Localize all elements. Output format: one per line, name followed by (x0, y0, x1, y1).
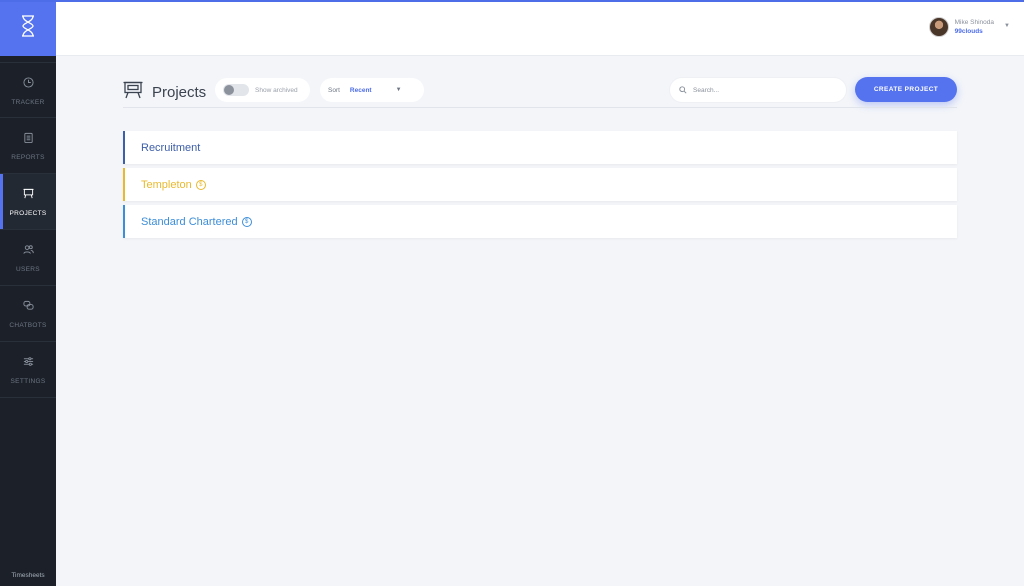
sidebar-item-label: TRACKER (11, 98, 45, 106)
sidebar-item-chatbots[interactable]: CHATBOTS (0, 286, 56, 342)
chevron-down-icon[interactable]: ▼ (1004, 23, 1010, 29)
sort-control: Sort Recent ▼ (320, 78, 424, 102)
project-name: Standard Chartered (141, 215, 238, 228)
projects-toolbar: Projects Show archived Sort Recent ▼ CRE… (123, 76, 957, 106)
users-icon (22, 242, 34, 260)
clipboard-icon (23, 130, 34, 148)
show-archived-toggle[interactable] (223, 84, 249, 96)
search-input[interactable] (693, 86, 833, 94)
sidebar-item-label: REPORTS (11, 154, 45, 161)
sidebar-item-users[interactable]: USERS (0, 230, 56, 286)
sidebar-item-label: USERS (16, 266, 40, 273)
sidebar-item-projects[interactable]: PROJECTS (0, 174, 56, 230)
sidebar: TRACKER REPORTS PROJECTS USERS CHATBOTS … (0, 0, 56, 586)
create-project-button[interactable]: CREATE PROJECT (855, 77, 957, 102)
organization-name: 99clouds (954, 28, 983, 35)
project-list: Recruitment Templeton $ Standard Charter… (123, 131, 957, 242)
show-archived-label: Show archived (255, 86, 298, 94)
sidebar-item-tracker[interactable]: TRACKER (0, 62, 56, 118)
top-accent-bar (0, 0, 1024, 2)
sort-dropdown[interactable]: Recent ▼ (350, 87, 402, 94)
sidebar-item-settings[interactable]: SETTINGS (0, 342, 56, 398)
project-row-recruitment[interactable]: Recruitment (123, 131, 957, 164)
sort-label: Sort (328, 86, 340, 94)
presentation-board-icon (123, 81, 143, 104)
top-header: Mike Shinoda 99clouds ▼ (56, 0, 1024, 56)
user-name: Mike Shinoda (954, 19, 994, 26)
presentation-board-icon (22, 186, 34, 204)
sidebar-item-label: PROJECTS (9, 210, 47, 217)
sidebar-footer: Timesheets (11, 572, 45, 579)
project-row-standard-chartered[interactable]: Standard Chartered $ (123, 205, 957, 238)
sort-value: Recent (349, 86, 372, 94)
clock-icon (22, 75, 34, 93)
app-logo[interactable] (0, 0, 56, 56)
divider (123, 107, 957, 108)
sidebar-item-reports[interactable]: REPORTS (0, 118, 56, 174)
avatar (928, 17, 949, 37)
hourglass-icon (21, 14, 35, 42)
sidebar-item-label: SETTINGS (10, 378, 46, 385)
sliders-icon (23, 354, 34, 372)
show-archived-control: Show archived (215, 78, 310, 102)
page-title: Projects (152, 84, 207, 101)
sidebar-item-label: CHATBOTS (9, 322, 47, 329)
search-box (669, 77, 847, 103)
chat-bubbles-icon (22, 298, 34, 316)
search-icon (679, 81, 687, 99)
project-name: Recruitment (141, 141, 201, 154)
dollar-icon: $ (195, 179, 206, 190)
user-menu[interactable]: Mike Shinoda 99clouds ▼ (928, 17, 1010, 37)
chevron-down-icon: ▼ (395, 87, 402, 93)
project-name: Templeton (141, 178, 192, 191)
dollar-icon: $ (241, 216, 252, 227)
project-row-templeton[interactable]: Templeton $ (123, 168, 957, 201)
